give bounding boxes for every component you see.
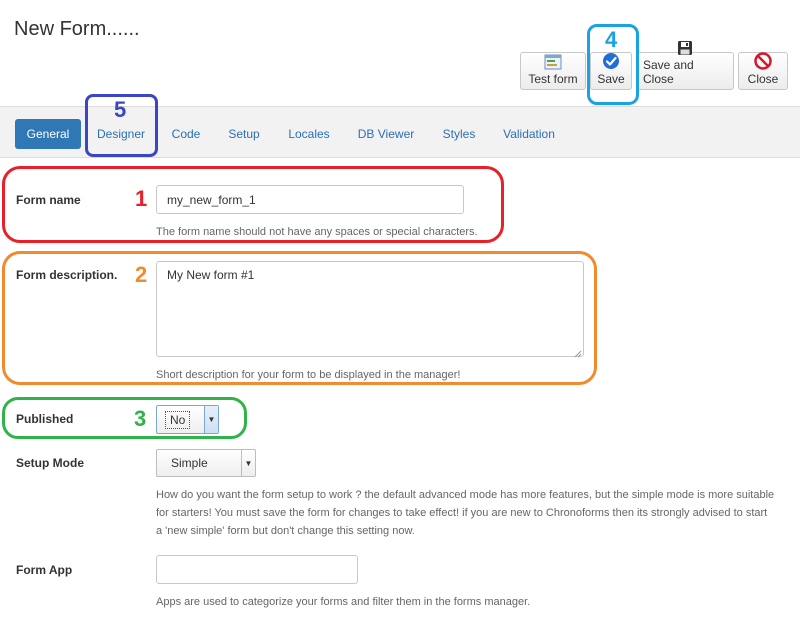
close-button[interactable]: Close <box>738 52 788 90</box>
save-and-close-label: Save and Close <box>643 58 694 86</box>
save-and-close-button[interactable]: Save and Close <box>636 41 734 90</box>
no-entry-icon <box>754 52 772 70</box>
setup-mode-label: Setup Mode <box>16 456 84 470</box>
annotation-number-2: 2 <box>135 262 148 287</box>
tab-styles[interactable]: Styles <box>436 119 482 149</box>
annotation-number-5: 5 <box>114 97 127 122</box>
tab-locales[interactable]: Locales <box>282 119 336 149</box>
tab-db-viewer[interactable]: DB Viewer <box>352 119 420 149</box>
annotation-box-2 <box>2 251 597 385</box>
form-test-icon <box>544 53 562 70</box>
tab-general[interactable]: General <box>15 119 81 149</box>
tab-code[interactable]: Code <box>166 119 206 149</box>
setup-mode-value: Simple <box>171 456 208 470</box>
form-app-input[interactable] <box>156 555 358 584</box>
form-app-label: Form App <box>16 563 73 577</box>
close-label: Close <box>747 72 779 86</box>
tab-setup[interactable]: Setup <box>222 119 266 149</box>
tab-validation[interactable]: Validation <box>498 119 560 149</box>
setup-mode-select[interactable]: Simple ▼ <box>156 449 256 477</box>
page-title: New Form...... <box>14 18 140 40</box>
annotation-box-3 <box>2 397 247 439</box>
annotation-number-1: 1 <box>135 186 148 211</box>
annotation-number-4: 4 <box>605 27 618 52</box>
annotation-number-3: 3 <box>134 406 147 431</box>
test-form-button[interactable]: Test form <box>520 52 586 90</box>
toolbar: Test form Save Save and Close Close <box>520 41 788 90</box>
setup-mode-help: How do you want the form setup to work ?… <box>156 489 775 537</box>
chevron-down-icon: ▼ <box>241 450 255 476</box>
annotation-box-1 <box>2 166 504 243</box>
floppy-disk-icon <box>676 40 694 56</box>
form-app-help: Apps are used to categorize your forms a… <box>156 596 531 608</box>
test-form-label: Test form <box>528 72 578 86</box>
